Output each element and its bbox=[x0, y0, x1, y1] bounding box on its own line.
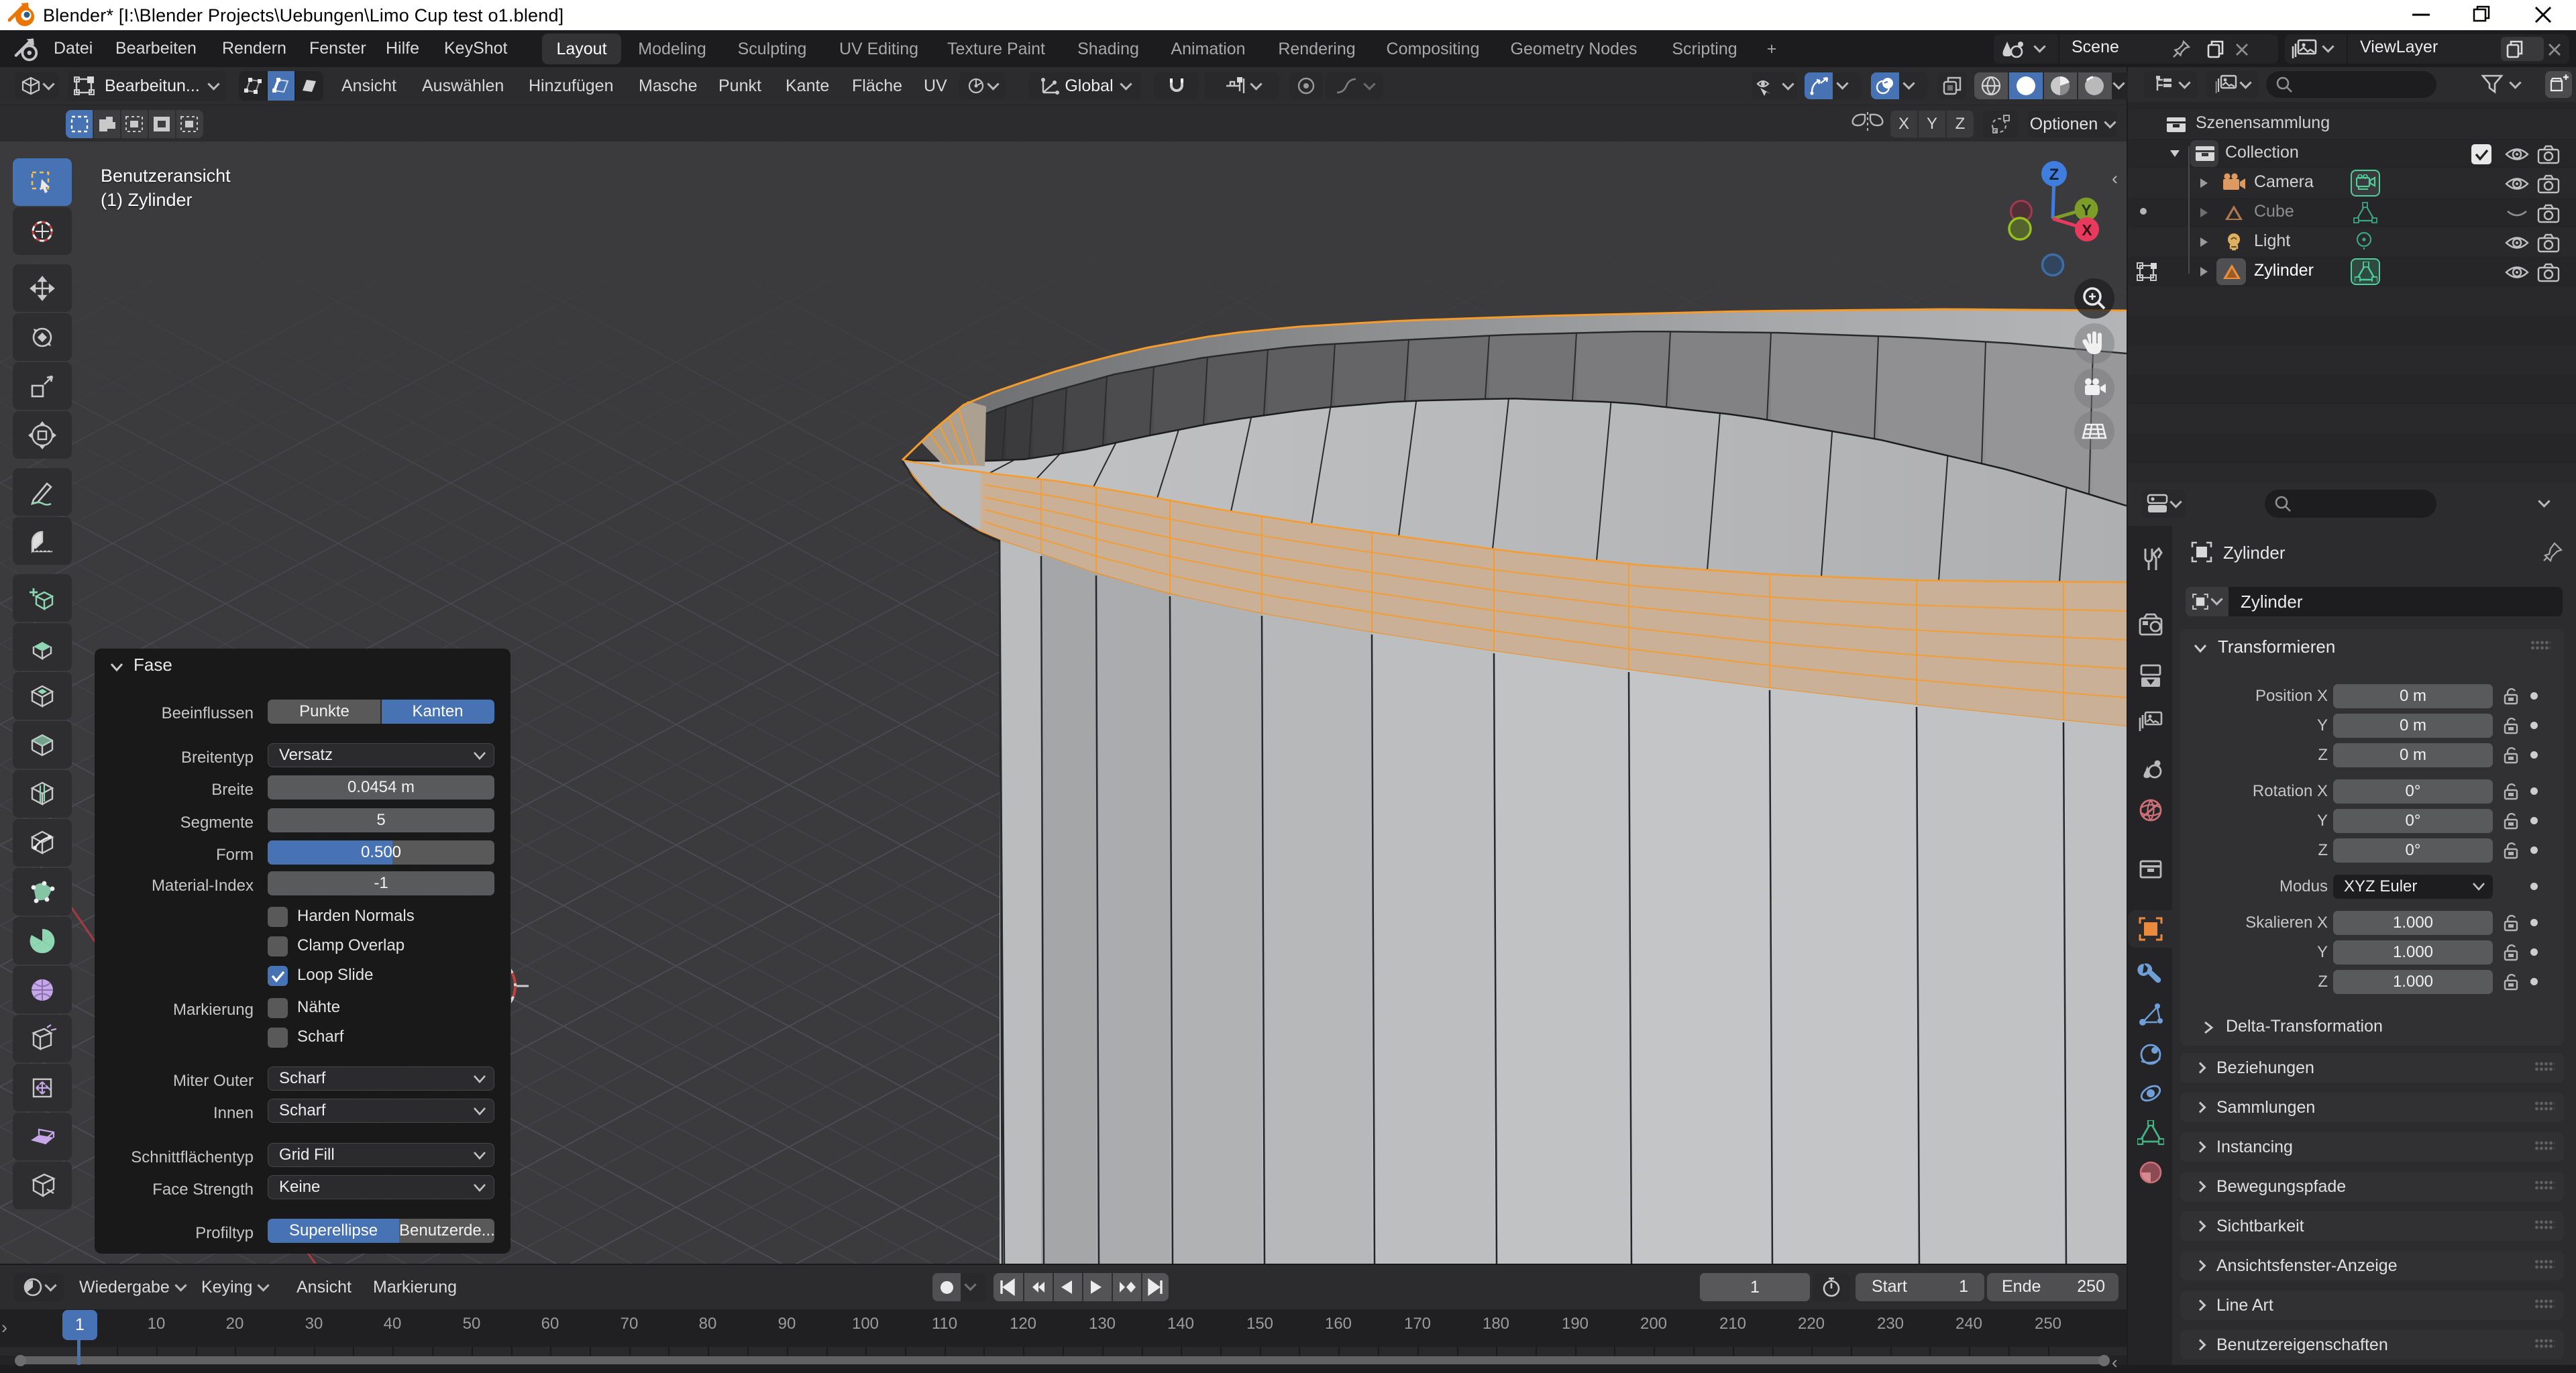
svg-text:X: X bbox=[2082, 221, 2092, 239]
svg-text:Y: Y bbox=[2081, 201, 2091, 219]
svg-text:Z: Z bbox=[2049, 166, 2059, 184]
